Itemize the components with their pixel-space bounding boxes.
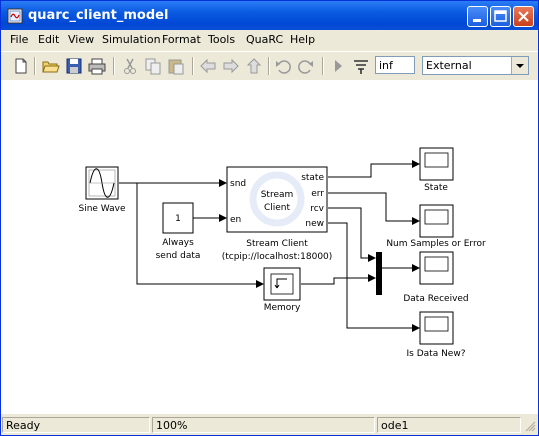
- paste-icon: [168, 59, 184, 75]
- maximize-button[interactable]: [490, 6, 511, 27]
- simulation-mode-value: External: [426, 59, 472, 72]
- cut-button[interactable]: [120, 56, 140, 76]
- up-button[interactable]: [244, 56, 264, 76]
- toolbar: inf External: [1, 51, 538, 81]
- close-icon: [518, 11, 529, 22]
- save-button[interactable]: [64, 56, 84, 76]
- simulink-app-icon: [7, 8, 23, 24]
- menu-quarc[interactable]: QuaRC: [246, 33, 283, 46]
- minimize-icon: [473, 19, 481, 22]
- chevron-down-icon: [516, 64, 524, 68]
- new-model-button[interactable]: [11, 56, 31, 76]
- title-bar[interactable]: quarc_client_model: [1, 1, 538, 30]
- stop-time-input[interactable]: inf: [375, 56, 415, 74]
- start-simulation-button[interactable]: [328, 56, 348, 76]
- toolbar-separator: [34, 57, 36, 75]
- minimize-button[interactable]: [467, 6, 488, 27]
- connect-to-target-button[interactable]: [351, 56, 371, 76]
- memory-block[interactable]: Memory: [263, 267, 301, 313]
- connect-target-icon: [354, 60, 368, 74]
- play-icon: [335, 60, 342, 72]
- constant-label-line1: Always: [162, 238, 194, 248]
- scope-state[interactable]: State: [419, 147, 454, 193]
- arrow-right-icon: [223, 58, 239, 74]
- sine-wave-label: Sine Wave: [78, 204, 125, 214]
- stream-client-uri: (tcpip://localhost:18000): [222, 252, 333, 262]
- port-new-label: new: [305, 219, 324, 229]
- printer-icon: [88, 58, 106, 75]
- resize-grip-icon[interactable]: [524, 420, 536, 432]
- window-title: quarc_client_model: [28, 8, 169, 23]
- menu-tools[interactable]: Tools: [208, 33, 235, 46]
- copy-button[interactable]: [143, 56, 163, 76]
- block-diagram: Sine Wave 1 Always send data snd en stat…: [78, 147, 486, 359]
- scope-data-received[interactable]: Data Received: [403, 251, 469, 304]
- menu-help[interactable]: Help: [290, 33, 315, 46]
- copy-icon: [145, 58, 161, 75]
- constant-value: 1: [175, 214, 181, 224]
- status-solver: ode1: [377, 417, 521, 433]
- arrow-up-icon: [246, 58, 262, 74]
- signal-memory-to-mux[interactable]: [301, 274, 376, 285]
- port-en-label: en: [230, 215, 241, 225]
- scope-num-samples-label: Num Samples or Error: [386, 239, 486, 249]
- menu-bar: File Edit View Simulation Format Tools Q…: [1, 30, 538, 50]
- application-window: quarc_client_model File Edit View Simula…: [0, 0, 539, 436]
- status-zoom: 100%: [152, 417, 375, 433]
- scope-is-new[interactable]: Is Data New?: [407, 311, 466, 359]
- toolbar-separator: [113, 57, 115, 75]
- constant-block[interactable]: 1 Always send data: [156, 202, 201, 261]
- port-snd-label: snd: [230, 179, 246, 189]
- stream-client-name: Stream Client: [246, 239, 308, 249]
- sine-wave-block[interactable]: Sine Wave: [78, 166, 126, 214]
- signal-rcv[interactable]: [328, 207, 376, 262]
- menu-file[interactable]: File: [10, 33, 28, 46]
- port-err-label: err: [311, 189, 324, 199]
- scissors-icon: [124, 58, 136, 74]
- new-file-icon: [15, 58, 27, 74]
- port-rcv-label: rcv: [310, 204, 324, 214]
- menu-view[interactable]: View: [68, 33, 94, 46]
- undo-icon: [276, 60, 291, 74]
- dropdown-button[interactable]: [511, 57, 528, 74]
- paste-button[interactable]: [166, 56, 186, 76]
- back-button[interactable]: [198, 56, 218, 76]
- open-folder-icon: [42, 61, 60, 73]
- save-icon: [66, 58, 82, 74]
- menu-edit[interactable]: Edit: [38, 33, 59, 46]
- port-state-label: state: [301, 173, 324, 183]
- stream-client-inner-line1: Stream: [261, 190, 294, 200]
- memory-label: Memory: [264, 303, 301, 313]
- constant-label-line2: send data: [156, 251, 201, 261]
- model-canvas[interactable]: Sine Wave 1 Always send data snd en stat…: [1, 80, 538, 414]
- signal-state[interactable]: [328, 160, 420, 178]
- mux-block[interactable]: [376, 252, 382, 295]
- scope-is-new-label: Is Data New?: [407, 349, 466, 359]
- arrow-left-icon: [200, 58, 216, 74]
- maximize-icon: [494, 10, 507, 22]
- close-button[interactable]: [513, 6, 534, 27]
- toolbar-separator: [192, 57, 194, 75]
- stream-client-block[interactable]: snd en state err rcv new Stream Client S…: [222, 166, 333, 262]
- undo-button[interactable]: [273, 56, 293, 76]
- toolbar-separator: [322, 57, 324, 75]
- signal-err[interactable]: [328, 192, 420, 225]
- menu-simulation[interactable]: Simulation: [102, 33, 161, 46]
- forward-button[interactable]: [221, 56, 241, 76]
- menu-format[interactable]: Format: [162, 33, 201, 46]
- simulation-mode-select[interactable]: External: [422, 56, 529, 75]
- redo-button[interactable]: [296, 56, 316, 76]
- stream-client-inner-line2: Client: [264, 203, 291, 213]
- scope-state-label: State: [424, 183, 448, 193]
- status-bar: Ready 100% ode1: [1, 415, 538, 435]
- status-ready: Ready: [2, 417, 150, 433]
- scope-data-received-label: Data Received: [403, 294, 468, 304]
- scope-num-samples[interactable]: Num Samples or Error: [386, 204, 486, 249]
- toolbar-separator: [268, 57, 270, 75]
- open-button[interactable]: [41, 56, 61, 76]
- print-button[interactable]: [87, 56, 107, 76]
- redo-icon: [298, 60, 313, 74]
